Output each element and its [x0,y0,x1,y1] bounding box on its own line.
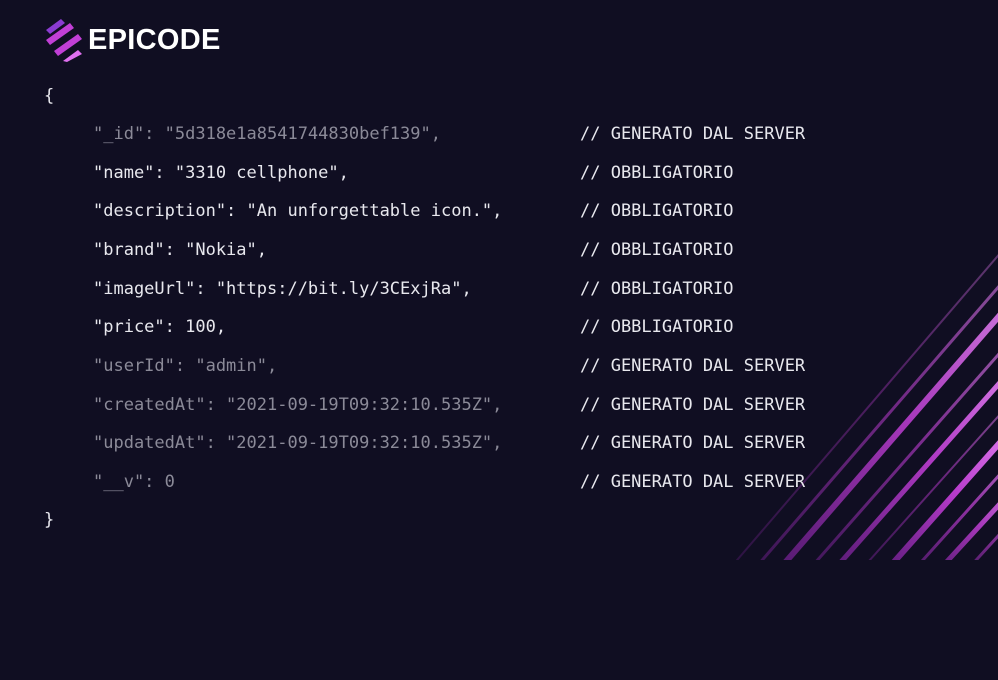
close-brace: } [44,510,55,530]
code-comment-created-at: // GENERATO DAL SERVER [580,395,806,415]
brand-name: EPICODE [88,23,221,56]
epicode-logo-icon [46,19,82,62]
code-comment-user-id: // GENERATO DAL SERVER [580,356,806,376]
open-brace: { [44,86,55,106]
code-comment-image-url: // OBBLIGATORIO [580,279,734,299]
code-line-name: "name": "3310 cellphone", [93,163,349,183]
code-line-user-id: "userId": "admin", [93,356,278,376]
code-line-price: "price": 100, [93,317,227,337]
code-line-created-at: "createdAt": "2021-09-19T09:32:10.535Z", [93,395,503,415]
code-line-updated-at: "updatedAt": "2021-09-19T09:32:10.535Z", [93,433,503,453]
code-comment-id: // GENERATO DAL SERVER [580,124,806,144]
code-comment-description: // OBBLIGATORIO [580,201,734,221]
code-block: { "_id": "5d318e1a8541744830bef139", // … [0,0,805,680]
code-comment-price: // OBBLIGATORIO [580,317,734,337]
code-line-image-url: "imageUrl": "https://bit.ly/3CExjRa", [93,279,472,299]
code-line-version: "__v": 0 [93,472,175,492]
code-line-id: "_id": "5d318e1a8541744830bef139", [93,124,441,144]
code-comment-name: // OBBLIGATORIO [580,163,734,183]
code-line-description: "description": "An unforgettable icon.", [93,201,503,221]
code-comment-brand: // OBBLIGATORIO [580,240,734,260]
code-line-brand: "brand": "Nokia", [93,240,267,260]
code-comment-version: // GENERATO DAL SERVER [580,472,806,492]
code-comment-updated-at: // GENERATO DAL SERVER [580,433,806,453]
brand-logo: EPICODE [44,18,221,62]
